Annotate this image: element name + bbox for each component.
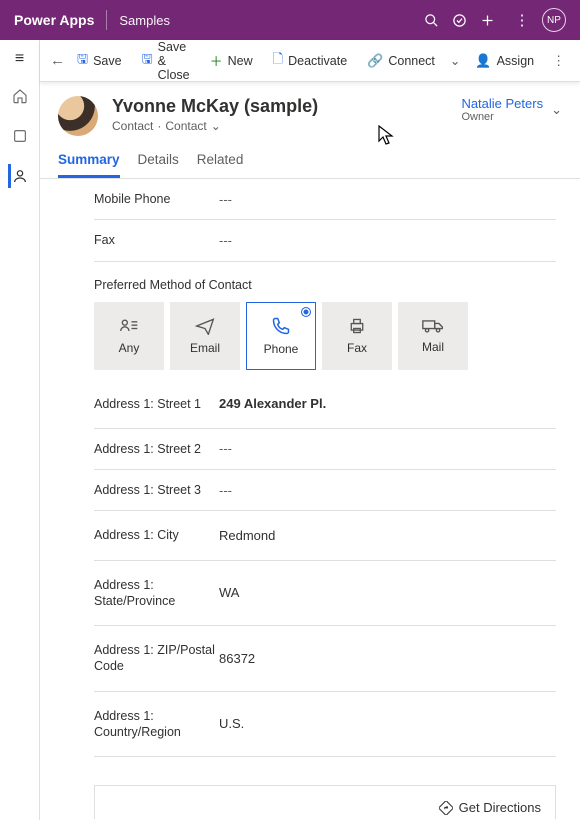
back-button[interactable]: ← [50,52,65,69]
recent-icon[interactable] [8,124,32,148]
tab-summary[interactable]: Summary [58,152,120,178]
field-street3[interactable]: Address 1: Street 3 [94,470,556,511]
tile-email[interactable]: Email [170,302,240,370]
record-breadcrumb: Contact · Contact ⌄ [112,119,318,133]
field-fax[interactable]: Fax [94,220,556,261]
phone-icon [271,316,291,336]
field-mobile-phone[interactable]: Mobile Phone [94,179,556,220]
radio-indicator [301,307,311,317]
field-country[interactable]: Address 1: Country/Region U.S. [94,692,556,758]
preferred-contact-tiles: Any Email Phone [94,302,556,370]
deactivate-button[interactable]: 🗋Deactivate [265,46,356,76]
tile-mail[interactable]: Mail [398,302,468,370]
record-title: Yvonne McKay (sample) [112,96,318,117]
owner-label: Owner [461,111,543,123]
tab-related[interactable]: Related [197,152,244,178]
expand-chevron-icon[interactable]: ⌄ [551,96,562,118]
connect-chevron[interactable]: ⌄ [447,49,463,72]
user-avatar[interactable]: NP [542,8,566,32]
environment-label: Samples [119,13,170,28]
task-icon[interactable] [452,13,480,28]
tile-fax[interactable]: Fax [322,302,392,370]
record-header: Yvonne McKay (sample) Contact · Contact … [40,82,580,136]
contact-photo[interactable] [58,96,98,136]
form-content: Mobile Phone Fax Preferred Method of Con… [40,179,580,819]
command-bar: ← 🖫Save 🖫Save & Close ＋New 🗋Deactivate 🔗… [40,40,580,82]
truck-icon [422,318,444,334]
field-state[interactable]: Address 1: State/Province WA [94,561,556,627]
printer-icon [347,317,367,335]
owner-name[interactable]: Natalie Peters [461,96,543,111]
field-street1[interactable]: Address 1: Street 1 249 Alexander Pl. [94,380,556,429]
preferred-contact-label: Preferred Method of Contact [94,262,556,302]
contact-icon[interactable] [8,164,32,188]
hamburger-icon[interactable]: ≡ [15,50,24,68]
record-tabs: Summary Details Related [40,136,580,179]
field-zip[interactable]: Address 1: ZIP/Postal Code 86372 [94,626,556,692]
send-icon [195,317,215,335]
connect-button[interactable]: 🔗Connect [359,49,443,73]
tile-any[interactable]: Any [94,302,164,370]
titlebar-divider [106,10,107,30]
new-button[interactable]: ＋New [202,47,261,74]
get-directions-link[interactable]: Get Directions [109,800,541,815]
field-city[interactable]: Address 1: City Redmond [94,511,556,560]
search-icon[interactable] [424,13,452,28]
overflow-icon[interactable]: ⋮ [546,49,571,73]
app-name: Power Apps [14,12,94,28]
assign-button[interactable]: 👤Assign [467,49,542,73]
save-close-button[interactable]: 🖫Save & Close [134,36,198,86]
directions-icon [439,801,453,815]
tab-details[interactable]: Details [138,152,179,178]
app-titlebar: Power Apps Samples ⋮ NP [0,0,580,40]
left-nav-rail: ≡ [0,40,40,820]
chevron-down-icon[interactable]: ⌄ [211,119,221,133]
field-street2[interactable]: Address 1: Street 2 [94,429,556,470]
map-card: Get Directions Map is disabled for this … [94,785,556,819]
add-icon[interactable] [480,13,508,28]
save-button[interactable]: 🖫Save [69,46,130,76]
tile-phone[interactable]: Phone [246,302,316,370]
home-icon[interactable] [8,84,32,108]
person-list-icon [119,317,139,335]
more-icon[interactable]: ⋮ [508,11,536,29]
